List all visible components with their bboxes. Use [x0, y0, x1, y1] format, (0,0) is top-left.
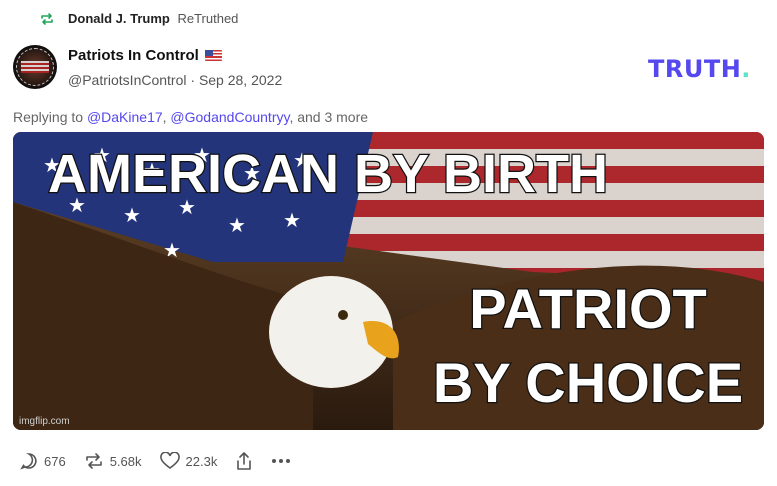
- svg-text:★: ★: [283, 210, 301, 232]
- retruth-header: Donald J. Trump ReTruthed: [40, 11, 238, 26]
- avatar[interactable]: [13, 45, 57, 89]
- retruth-button[interactable]: 5.68k: [84, 452, 142, 470]
- retruth-count: 5.68k: [109, 453, 142, 469]
- action-bar: 676 5.68k 22.3k: [20, 451, 309, 471]
- share-button[interactable]: [235, 451, 253, 471]
- like-count: 22.3k: [185, 453, 218, 469]
- post-author: Patriots In Control @PatriotsInControl ·…: [68, 47, 282, 88]
- like-button[interactable]: 22.3k: [159, 452, 218, 470]
- image-caption-line1: AMERICAN BY BIRTH: [48, 144, 608, 204]
- meta-separator: ·: [190, 72, 196, 88]
- more-icon: [272, 459, 291, 463]
- share-icon: [237, 452, 252, 470]
- svg-text:★: ★: [228, 215, 246, 237]
- us-flag-icon: [204, 50, 222, 61]
- retruth-icon: [85, 453, 102, 469]
- reply-mention[interactable]: @GodandCountryy: [170, 109, 289, 125]
- more-button[interactable]: [271, 458, 291, 464]
- post-image[interactable]: ★ ★ ★ ★ ★ ★ ★ ★ ★ ★ ★ ★ AMERICAN BY BIRTH PATR…: [13, 132, 764, 430]
- image-watermark: imgflip.com: [19, 416, 70, 427]
- reply-icon: [20, 453, 37, 470]
- reply-mention[interactable]: @DaKine17: [87, 109, 163, 125]
- reply-button[interactable]: 676: [20, 452, 66, 470]
- retruth-icon: [41, 12, 53, 25]
- reply-suffix: and 3 more: [297, 109, 369, 125]
- svg-text:★: ★: [123, 205, 141, 227]
- retruth-label: ReTruthed: [177, 11, 239, 26]
- reply-prefix: Replying to: [13, 109, 84, 125]
- reply-context: Replying to @DaKine17, @GodandCountryy, …: [13, 109, 369, 125]
- image-caption-line2: PATRIOT: [469, 277, 706, 340]
- author-name[interactable]: Patriots In Control: [68, 47, 199, 64]
- reply-count: 676: [44, 453, 66, 469]
- author-handle[interactable]: @PatriotsInControl: [68, 72, 186, 88]
- image-caption-line3: BY CHOICE: [433, 351, 743, 414]
- heart-icon: [159, 452, 180, 469]
- truth-logo[interactable]: TRUTH.: [648, 55, 751, 83]
- retruth-user[interactable]: Donald J. Trump: [68, 11, 170, 26]
- post-date[interactable]: Sep 28, 2022: [199, 72, 282, 88]
